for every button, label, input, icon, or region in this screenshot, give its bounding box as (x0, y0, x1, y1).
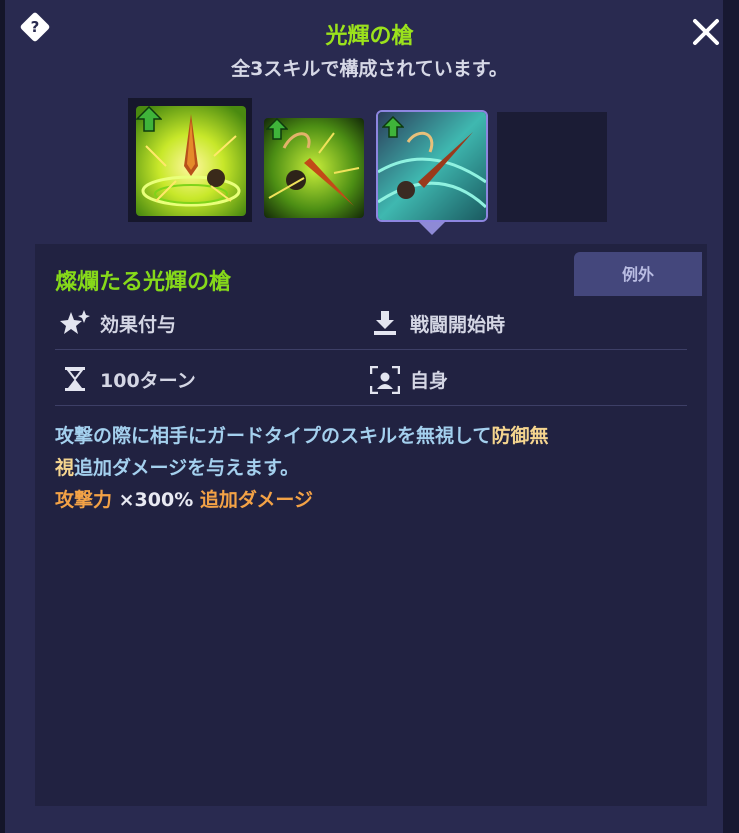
row-divider (55, 349, 687, 350)
row-divider (55, 405, 687, 406)
description-line-3: 攻撃力 ×300% 追加ダメージ (55, 484, 715, 516)
upgrade-arrow-icon (382, 116, 404, 138)
upgrade-arrow-icon (266, 118, 288, 140)
backdrop-right (723, 0, 739, 833)
effect-type-label: 効果付与 (100, 314, 177, 336)
description-line-2: 視追加ダメージを与えます。 (55, 452, 715, 484)
description-keyword: 視 (55, 457, 75, 479)
skill-tag-label: 例外 (621, 265, 654, 284)
upgrade-arrow-icon (136, 106, 162, 132)
damage-type: 追加ダメージ (199, 489, 313, 511)
trigger-label: 戦闘開始時 (410, 314, 506, 336)
selected-pointer (419, 222, 445, 235)
download-tray-icon (374, 311, 396, 335)
skill-set-title: 光輝の槍 (325, 24, 414, 49)
skill-description: 攻撃の際に相手にガードタイプのスキルを無視して防御無 視追加ダメージを与えます。… (55, 420, 715, 516)
description-keyword: 防御無 (491, 425, 549, 447)
person-frame-icon (370, 366, 400, 394)
skill-tag-badge: 例外 (574, 252, 702, 296)
damage-multiplier: ×300% (118, 489, 194, 511)
skill-name: 燦爛たる光輝の槍 (55, 270, 232, 295)
hourglass-icon (65, 367, 85, 391)
duration-label: 100ターン (100, 370, 196, 392)
sparkle-icon (60, 310, 90, 334)
damage-stat: 攻撃力 (55, 489, 113, 511)
description-text: 追加ダメージを与えます。 (74, 457, 300, 479)
description-text: 攻撃の際に相手にガードタイプのスキルを無視して (55, 425, 492, 447)
empty-skill-slot (497, 112, 607, 222)
target-label: 自身 (410, 370, 449, 392)
skill-set-subtitle: 全3スキルで構成されています。 (231, 58, 508, 80)
description-line-1: 攻撃の際に相手にガードタイプのスキルを無視して防御無 (55, 420, 715, 452)
